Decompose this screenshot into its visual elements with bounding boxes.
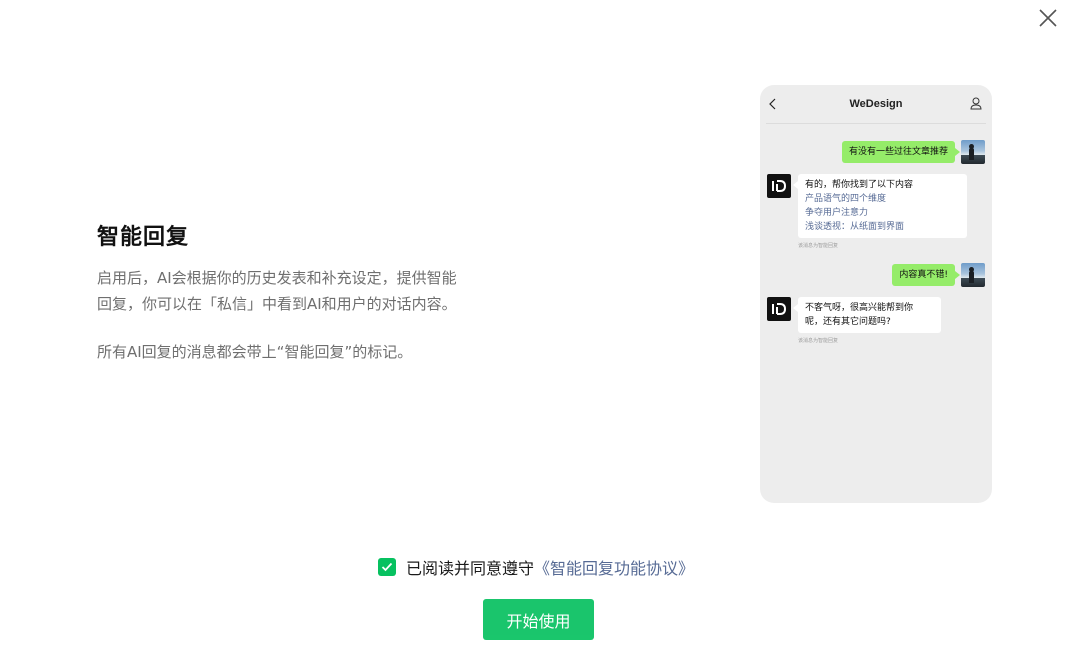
user-avatar	[961, 263, 985, 287]
user-avatar	[961, 140, 985, 164]
intro-section: 智能回复 启用后，AI会根据你的历史发表和补充设定，提供智能 回复，你可以在「私…	[97, 222, 497, 365]
ai-reply-text: 有的，帮你找到了以下内容	[805, 180, 914, 190]
ai-avatar	[767, 174, 791, 198]
mark-note: 所有AI回复的消息都会带上“智能回复”的标记。	[97, 343, 413, 361]
chat-bubble-ai: 有的，帮你找到了以下内容 产品语气的四个维度 争夺用户注意力 浅谈透视：从纸面到…	[793, 174, 967, 238]
user-icon	[970, 97, 982, 110]
wedesign-logo-icon	[772, 180, 787, 192]
description: 启用后，AI会根据你的历史发表和补充设定，提供智能 回复，你可以在「私信」中看到…	[97, 265, 497, 317]
agreement-link[interactable]: 《智能回复功能协议》	[534, 555, 694, 579]
start-button[interactable]: 开始使用	[483, 599, 594, 640]
ai-reply-text: 不客气呀，很高兴能帮到你	[805, 303, 914, 313]
phone-header-divider	[766, 123, 986, 124]
chevron-left-icon	[769, 98, 776, 110]
ai-reply-label: 该消息为智能回复	[798, 338, 839, 344]
phone-header: WeDesign	[760, 85, 992, 123]
article-link: 争夺用户注意力	[805, 208, 869, 218]
description-line-1: 启用后，AI会根据你的历史发表和补充设定，提供智能	[97, 269, 457, 287]
agreement-checkbox[interactable]	[378, 558, 396, 576]
chat-bubble-user: 内容真不错!	[892, 264, 960, 286]
page-title: 智能回复	[97, 225, 190, 250]
close-button[interactable]	[1036, 6, 1060, 30]
chat-bubble-ai: 不客气呀，很高兴能帮到你 呢，还有其它问题吗?	[793, 297, 941, 333]
wedesign-logo-icon	[772, 303, 787, 315]
ai-reply-text: 呢，还有其它问题吗?	[805, 317, 891, 327]
agreement-row: 已阅读并同意遵守 《智能回复功能协议》	[378, 556, 694, 578]
chat-bubble-user: 有没有一些过往文章推荐	[841, 141, 961, 163]
ai-avatar	[767, 297, 791, 321]
phone-header-title: WeDesign	[849, 98, 903, 110]
close-icon[interactable]	[1036, 6, 1060, 30]
chat-preview-phone: WeDesign 有没有一些过往文章推荐 有的，帮你找到了以下内容 产品语气的四…	[760, 85, 992, 503]
agreement-text: 已阅读并同意遵守	[406, 559, 535, 578]
article-link: 浅谈透视：从纸面到界面	[805, 222, 905, 232]
check-icon	[381, 562, 393, 572]
ai-reply-label: 该消息为智能回复	[798, 243, 839, 249]
article-link: 产品语气的四个维度	[805, 194, 887, 204]
description-line-2: 回复，你可以在「私信」中看到AI和用户的对话内容。	[97, 295, 457, 313]
